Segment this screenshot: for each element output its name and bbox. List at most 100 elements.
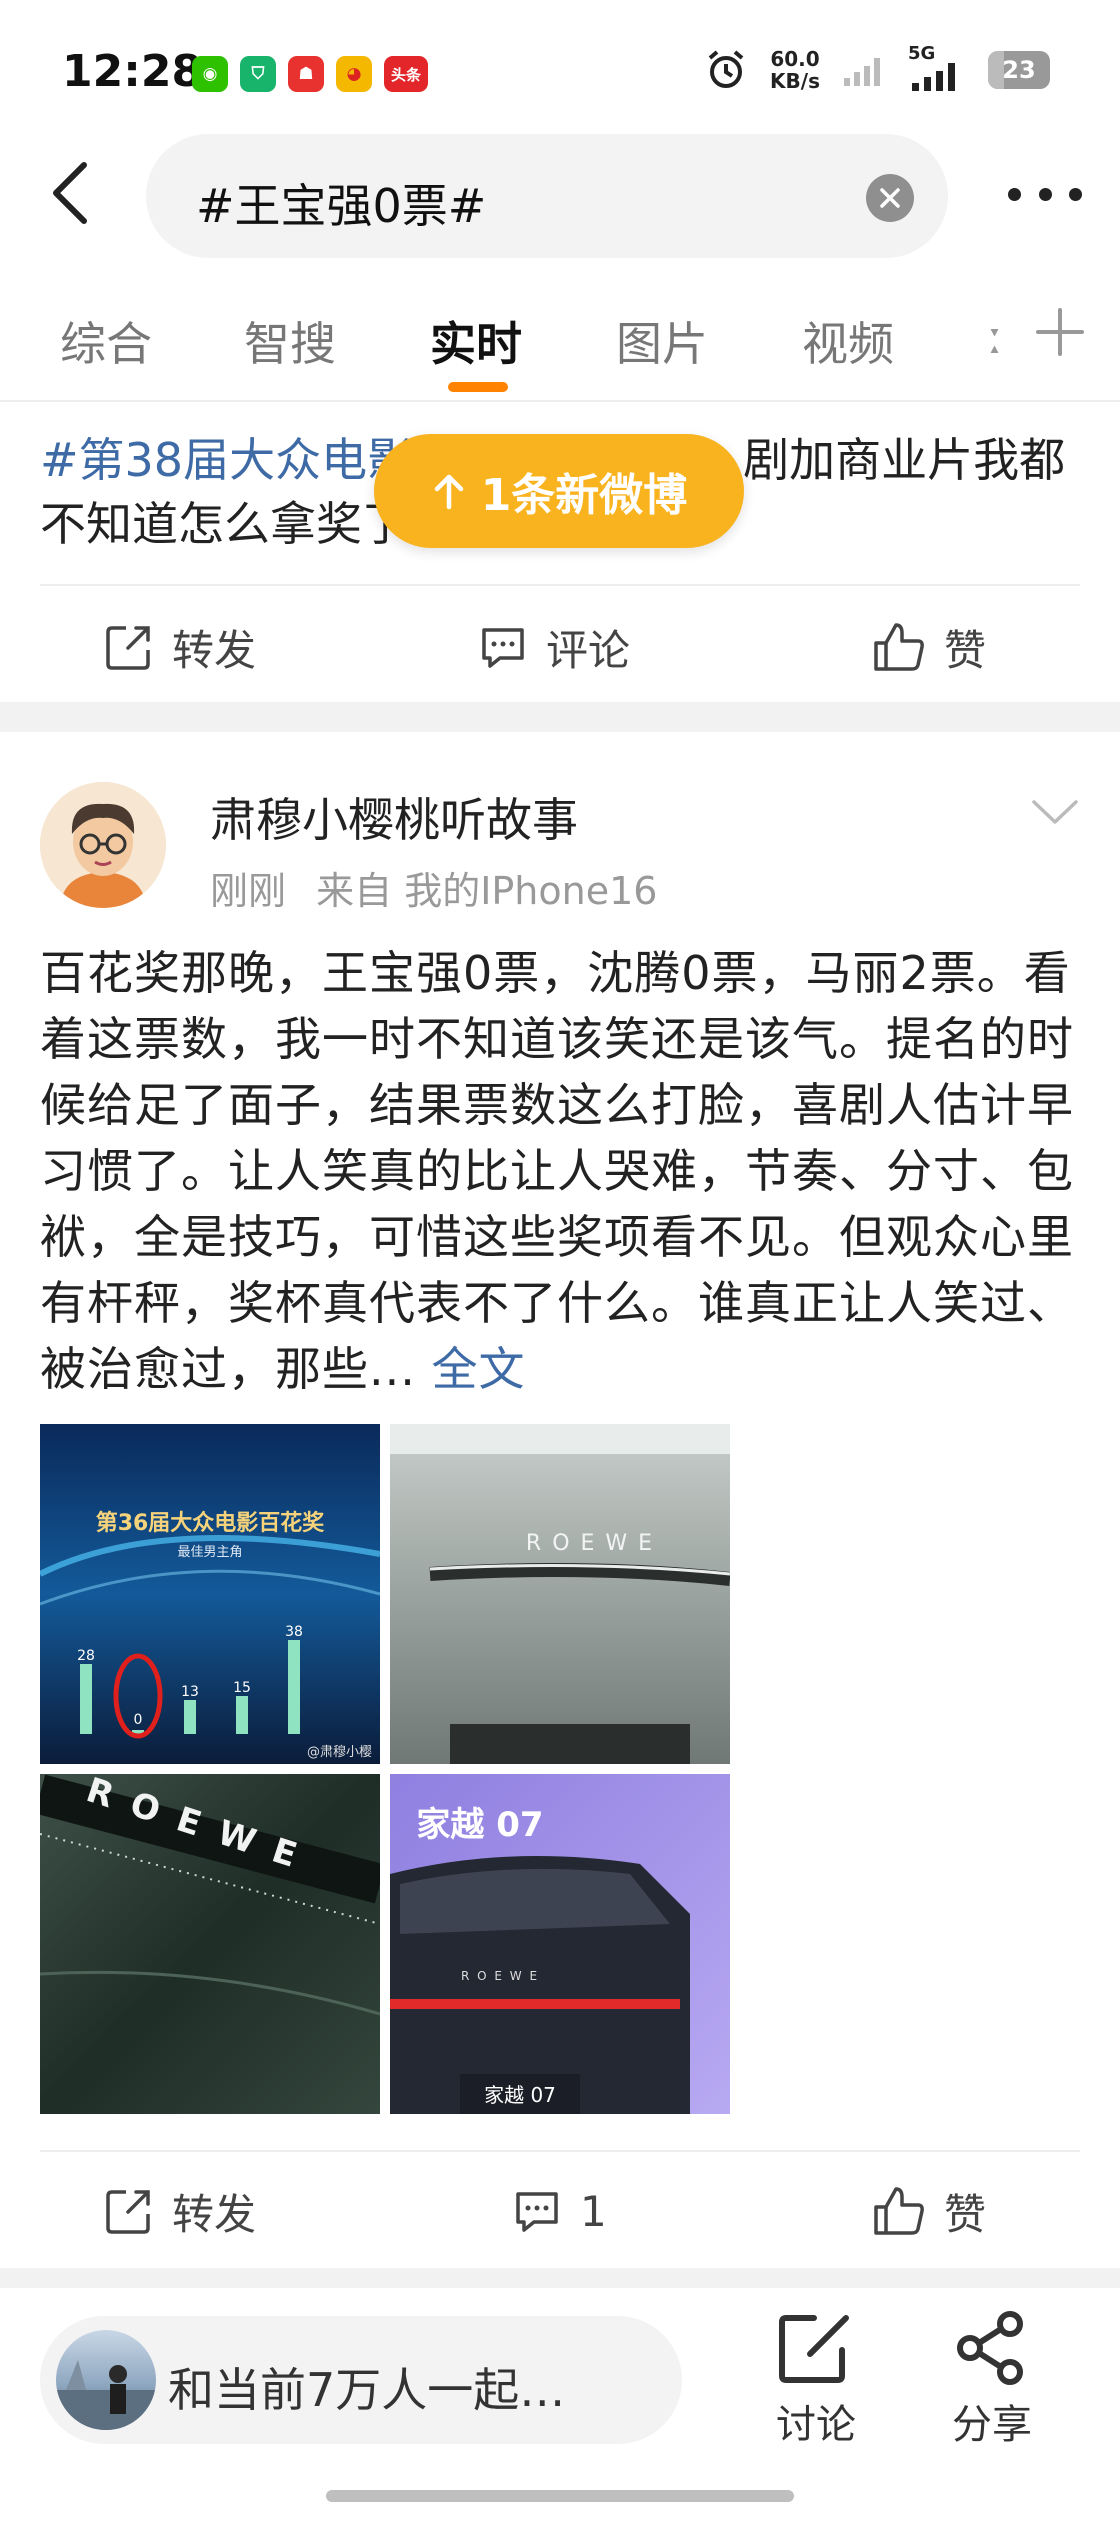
chevron-left-icon xyxy=(53,162,87,224)
divider xyxy=(40,584,1080,586)
comment-count: 1 xyxy=(580,2186,607,2236)
discuss-button[interactable]: 讨论 xyxy=(756,2310,876,2450)
share-button[interactable]: 分享 xyxy=(932,2310,1052,2450)
post-source: 来自 我的IPhone16 xyxy=(316,869,658,913)
clear-search-button[interactable] xyxy=(866,174,914,222)
mini-avatar xyxy=(56,2330,156,2430)
tab-images[interactable]: 图片 xyxy=(616,308,708,374)
avatar[interactable] xyxy=(40,782,166,908)
image-watermark: @肃穆小樱 xyxy=(307,1744,372,1760)
shield-app-icon: ⛉ xyxy=(240,56,276,92)
license-plate-text: 家越 07 xyxy=(484,2083,556,2107)
more-dot-icon xyxy=(1069,187,1082,201)
more-dot-icon xyxy=(1038,187,1052,201)
back-button[interactable] xyxy=(40,158,100,228)
image-bar xyxy=(288,1640,300,1734)
post-actions: 转发 1 赞 xyxy=(0,2156,1120,2266)
image-caption: 第36届大众电影百花奖 xyxy=(96,1510,326,1536)
thumbs-up-icon xyxy=(874,2187,924,2235)
comment-label: 评论 xyxy=(546,625,631,675)
repost-label: 转发 xyxy=(172,2189,257,2239)
network-speed: 60.0 KB/s xyxy=(770,48,820,92)
add-tab-icon[interactable] xyxy=(1032,304,1088,360)
cartoon-avatar-icon xyxy=(40,782,166,908)
image-bar-value: 15 xyxy=(233,1680,251,1696)
comment-icon xyxy=(516,2192,558,2232)
tab-realtime[interactable]: 实时 xyxy=(430,308,522,374)
more-options-button[interactable] xyxy=(1000,176,1090,212)
like-button[interactable]: 赞 xyxy=(872,592,986,702)
signal-5g-icon: 5G xyxy=(908,43,966,91)
post-text-fragment: 剧加商业片我都 xyxy=(743,433,1066,487)
repost-icon xyxy=(106,626,150,670)
repost-button[interactable]: 转发 xyxy=(104,2156,256,2266)
comment-icon xyxy=(482,628,524,668)
repost-label: 转发 xyxy=(172,625,257,675)
comment-button[interactable]: 1 xyxy=(512,2156,607,2266)
status-bar: 12:28 ◉ ⛉ ☗ ◕ 头条 60.0 KB/s 5G 23 xyxy=(0,0,1120,130)
join-discussion-input[interactable]: 和当前7万人一起… xyxy=(40,2316,682,2444)
tab-comprehensive[interactable]: 综合 xyxy=(60,308,152,374)
chevron-down-icon[interactable] xyxy=(1030,796,1080,826)
more-dot-icon xyxy=(1008,187,1021,201)
new-posts-label: 1条新微博 xyxy=(480,470,688,521)
image-bar xyxy=(236,1696,248,1734)
like-button[interactable]: 赞 xyxy=(872,2156,986,2266)
battery-level: 23 xyxy=(1002,56,1036,84)
post-separator xyxy=(0,2268,1120,2288)
post-body: 百花奖那晚，王宝强0票，沈腾0票，马丽2票。看着这票数，我一时不知道该笑还是该气… xyxy=(40,940,1090,1402)
image-bar xyxy=(184,1700,196,1734)
share-icon xyxy=(957,2311,1023,2385)
tab-videos[interactable]: 视频 xyxy=(802,308,894,374)
weibo-icon: ◕ xyxy=(336,56,372,92)
car-model-title: 家越 07 xyxy=(416,1805,543,1845)
car-brand-text: R O E W E xyxy=(526,1531,654,1556)
post-image-car-side[interactable]: R O E W E xyxy=(40,1774,380,2114)
search-query: #王宝强0票# xyxy=(196,179,487,233)
image-bar-value: 38 xyxy=(285,1624,303,1640)
red-app-icon: ☗ xyxy=(288,56,324,92)
like-label: 赞 xyxy=(944,2189,987,2239)
join-discussion-text: 和当前7万人一起… xyxy=(168,2363,566,2417)
post-body-text: 百花奖那晚，王宝强0票，沈腾0票，马丽2票。看着这票数，我一时不知道该笑还是该气… xyxy=(40,946,1074,1396)
post-image-car-suv[interactable]: 家越 07 R O E W E 家越 07 xyxy=(390,1774,730,2114)
user-photo-icon xyxy=(56,2360,156,2430)
author-name[interactable]: 肃穆小樱桃听故事 xyxy=(210,784,578,850)
post-meta: 刚刚 来自 我的IPhone16 xyxy=(210,860,675,915)
net-speed-value: 60.0 xyxy=(770,47,820,71)
alarm-icon xyxy=(708,50,744,88)
battery-indicator: 23 xyxy=(988,51,1050,89)
car-brand-text: R O E W E xyxy=(461,1969,539,1983)
search-input[interactable]: #王宝强0票# xyxy=(146,134,948,258)
full-text-link[interactable]: 全文 xyxy=(432,1342,526,1396)
image-bar-value: 28 xyxy=(77,1648,95,1664)
tab-overflow[interactable]: ː xyxy=(988,310,1004,364)
image-bar xyxy=(80,1664,92,1734)
thumbs-up-icon xyxy=(874,623,924,671)
tab-smart-search[interactable]: 智搜 xyxy=(244,308,336,374)
like-label: 赞 xyxy=(944,625,987,675)
repost-button[interactable]: 转发 xyxy=(104,592,256,702)
close-icon xyxy=(880,188,900,208)
post-actions: 转发 评论 赞 xyxy=(0,592,1120,702)
post-image-car-rear[interactable]: R O E W E xyxy=(390,1424,730,1764)
comment-button[interactable]: 评论 xyxy=(478,592,630,702)
wechat-icon: ◉ xyxy=(192,56,228,92)
share-label: 分享 xyxy=(952,2402,1032,2448)
topic-link[interactable]: #第38届大众电影 xyxy=(40,433,413,487)
post-text-fragment: 不知道怎么拿奖了 xyxy=(40,497,408,551)
toutiao-icon: 头条 xyxy=(384,56,428,92)
active-tab-indicator xyxy=(448,382,508,392)
post-time: 刚刚 xyxy=(210,869,287,913)
repost-icon xyxy=(106,2190,150,2234)
edit-icon xyxy=(779,2315,849,2383)
status-time: 12:28 xyxy=(62,46,203,97)
divider xyxy=(40,2150,1080,2152)
new-posts-button[interactable]: 1条新微博 xyxy=(374,434,744,548)
home-indicator[interactable] xyxy=(326,2490,794,2502)
image-bar-value: 13 xyxy=(181,1684,199,1700)
image-subcaption: 最佳男主角 xyxy=(177,1545,242,1560)
search-header: #王宝强0票# xyxy=(0,130,1120,260)
post-image-chart[interactable]: 第36届大众电影百花奖 最佳男主角 28 0 13 15 38 @肃穆小樱 xyxy=(40,1424,380,1764)
notification-icons: ◉ ⛉ ☗ ◕ 头条 xyxy=(192,56,428,92)
